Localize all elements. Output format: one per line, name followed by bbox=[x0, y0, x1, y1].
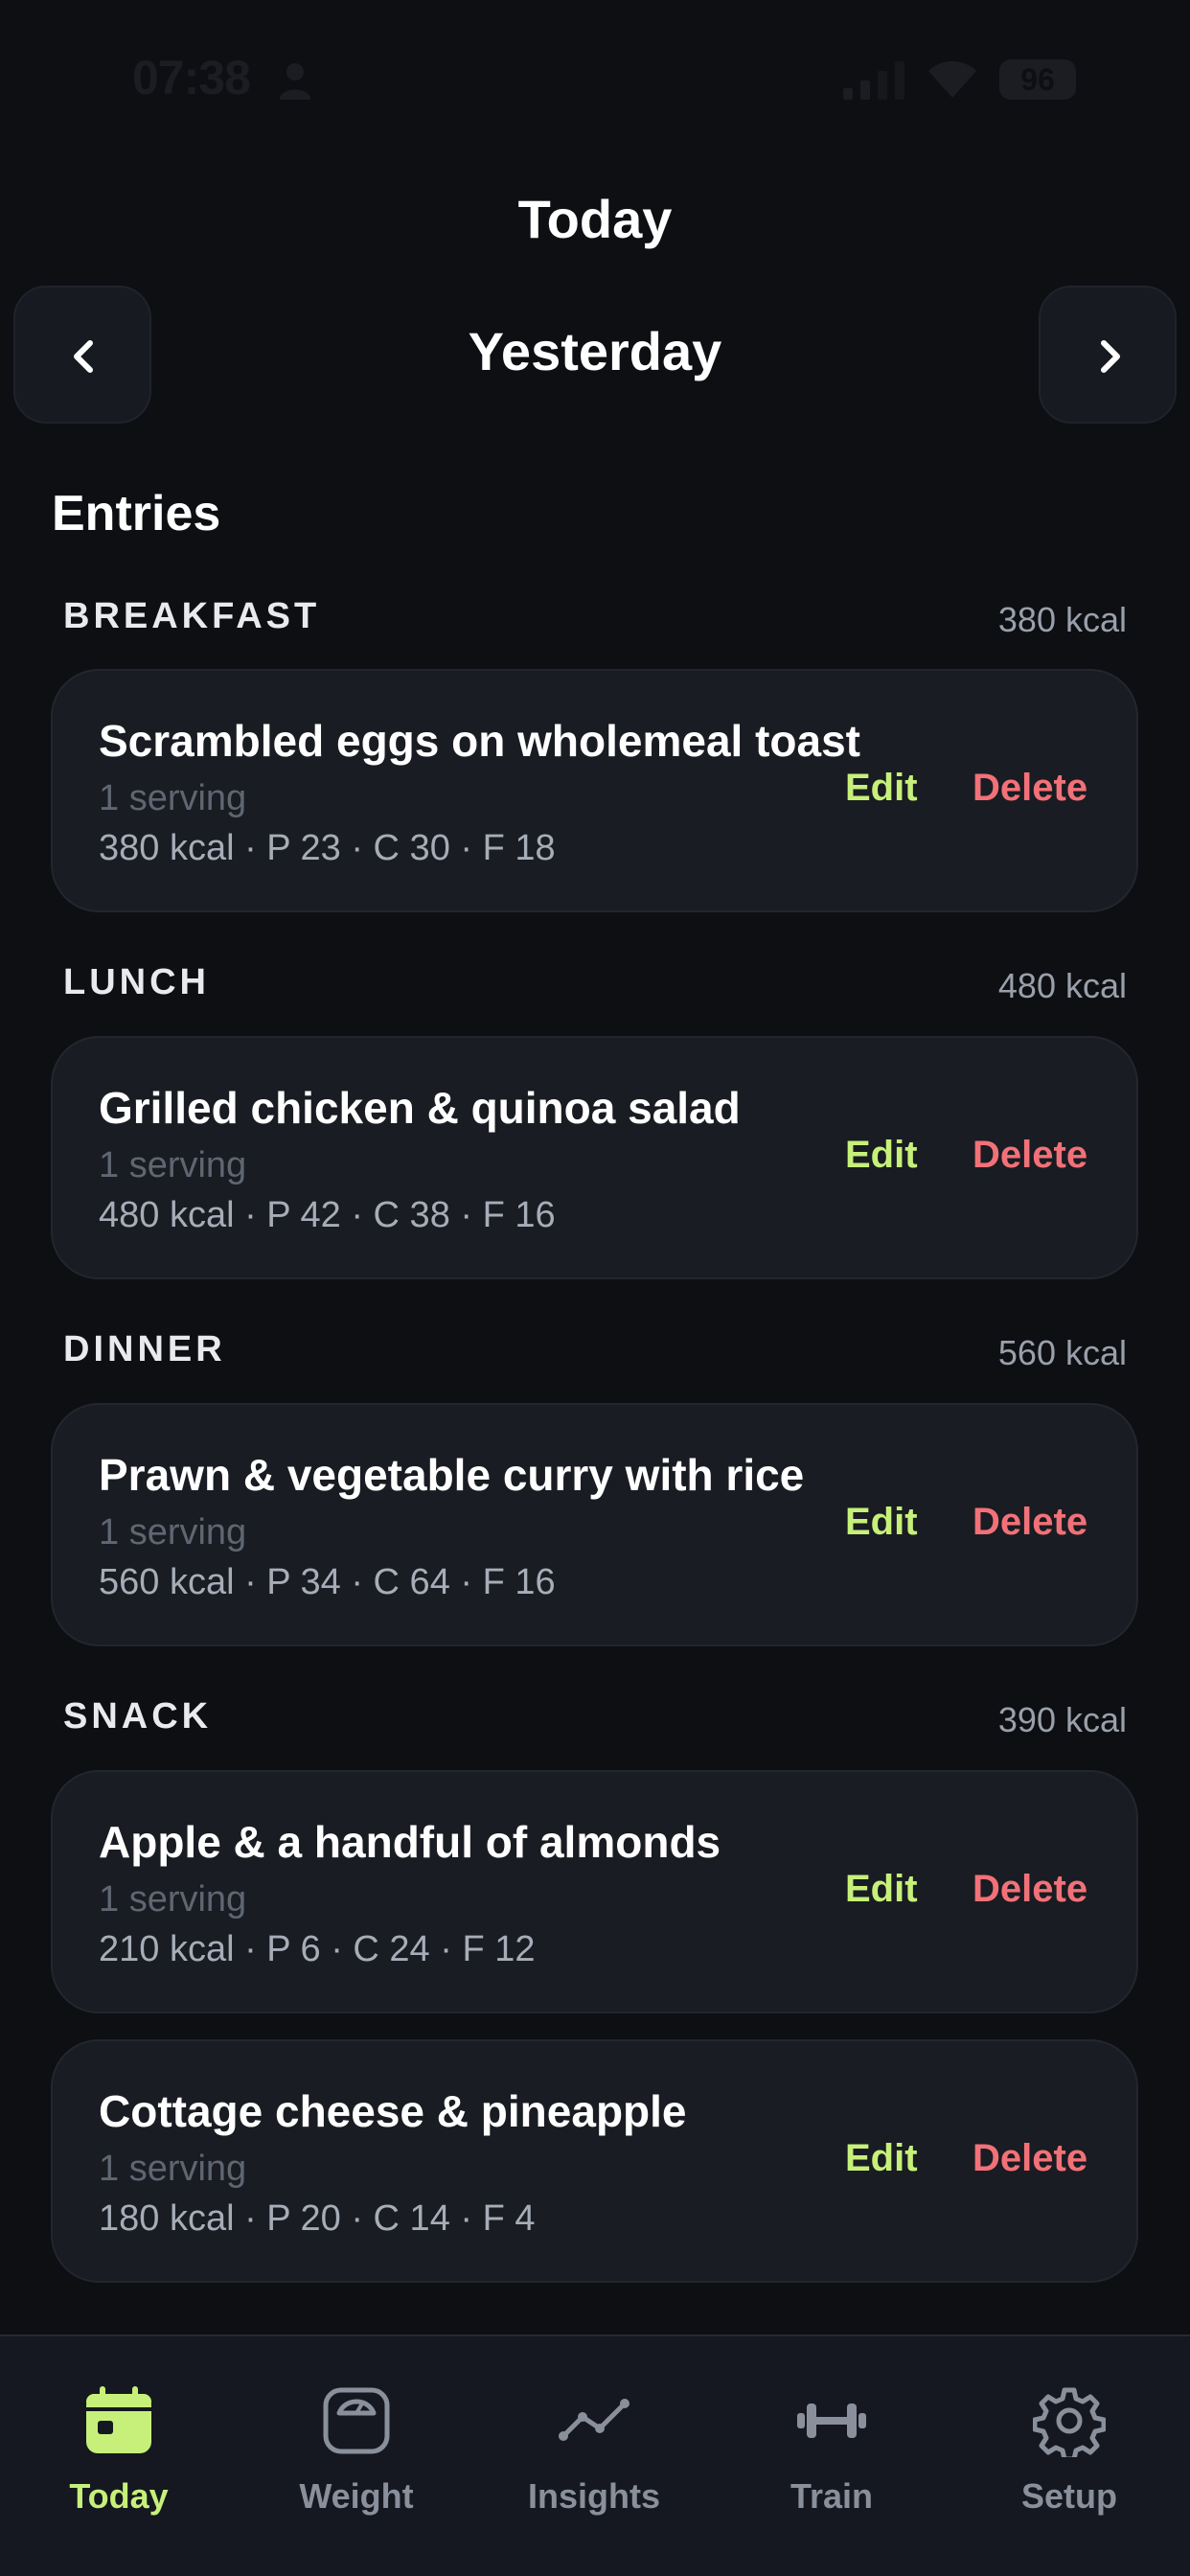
status-bar: 07:38 96 bbox=[0, 0, 1190, 163]
meal-header-snack: SNACK 390 kcal bbox=[63, 1696, 1127, 1744]
edit-button[interactable]: Edit bbox=[845, 1868, 918, 1911]
next-day-button[interactable] bbox=[1039, 286, 1177, 424]
entry-name: Cottage cheese & pineapple bbox=[99, 2086, 687, 2136]
trend-line-icon bbox=[559, 2399, 629, 2441]
meal-header-lunch: LUNCH 480 kcal bbox=[63, 962, 1127, 1010]
signal-icon bbox=[843, 61, 904, 100]
delete-button[interactable]: Delete bbox=[973, 1134, 1087, 1177]
tab-label: Weight bbox=[299, 2476, 414, 2516]
meal-name: DINNER bbox=[63, 1329, 226, 1369]
gear-icon bbox=[1033, 2387, 1106, 2457]
entry-name: Apple & a handful of almonds bbox=[99, 1817, 721, 1867]
meal-kcal: 390 kcal bbox=[997, 1700, 1127, 1739]
delete-button[interactable]: Delete bbox=[973, 1868, 1087, 1911]
tab-setup[interactable]: Setup bbox=[950, 2336, 1188, 2528]
status-time: 07:38 bbox=[132, 51, 251, 104]
edit-button[interactable]: Edit bbox=[845, 1501, 918, 1544]
meal-kcal: 480 kcal bbox=[997, 966, 1127, 1005]
entry-serving: 1 serving bbox=[99, 778, 247, 818]
entry-serving: 1 serving bbox=[99, 1879, 247, 1920]
dumbbell-icon bbox=[797, 2404, 866, 2438]
tab-label: Setup bbox=[1020, 2476, 1117, 2516]
delete-button[interactable]: Delete bbox=[973, 2137, 1087, 2180]
selected-day-label: Yesterday bbox=[468, 321, 722, 381]
entry-name: Prawn & vegetable curry with rice bbox=[99, 1450, 805, 1500]
tab-label: Today bbox=[69, 2476, 169, 2516]
meal-header-dinner: DINNER 560 kcal bbox=[63, 1329, 1127, 1377]
entry-macros: 380 kcal · P 23 · C 30 · F 18 bbox=[99, 828, 556, 868]
delete-button[interactable]: Delete bbox=[973, 767, 1087, 810]
tab-label: Insights bbox=[527, 2476, 660, 2516]
today-screen: 07:38 96 Today Yesterday Entries BREAKFA… bbox=[0, 0, 1190, 2576]
entry-card[interactable]: Apple & a handful of almonds 1 serving 2… bbox=[51, 1770, 1138, 2013]
tab-train[interactable]: Train bbox=[713, 2336, 950, 2528]
entry-macros: 180 kcal · P 20 · C 14 · F 4 bbox=[99, 2198, 536, 2239]
entry-serving: 1 serving bbox=[99, 1512, 247, 1552]
tab-today[interactable]: Today bbox=[0, 2336, 238, 2528]
meal-name: BREAKFAST bbox=[63, 596, 321, 636]
meal-name: LUNCH bbox=[63, 962, 210, 1002]
person-icon bbox=[280, 63, 310, 100]
calendar-icon bbox=[86, 2386, 151, 2453]
bottom-tab-bar: Today Weight Insights Train Setup bbox=[0, 2334, 1190, 2576]
page-title: Today bbox=[517, 189, 673, 249]
entry-name: Grilled chicken & quinoa salad bbox=[99, 1083, 741, 1133]
entry-macros: 210 kcal · P 6 · C 24 · F 12 bbox=[99, 1929, 536, 1969]
wifi-icon bbox=[928, 60, 976, 98]
entry-card[interactable]: Scrambled eggs on wholemeal toast 1 serv… bbox=[51, 669, 1138, 912]
edit-button[interactable]: Edit bbox=[845, 2137, 918, 2180]
battery-indicator: 96 bbox=[999, 59, 1076, 100]
edit-button[interactable]: Edit bbox=[845, 1134, 918, 1177]
tab-weight[interactable]: Weight bbox=[238, 2336, 475, 2528]
meal-kcal: 560 kcal bbox=[997, 1333, 1127, 1372]
entry-serving: 1 serving bbox=[99, 1145, 247, 1185]
meal-name: SNACK bbox=[63, 1696, 213, 1736]
entries-section-title: Entries bbox=[52, 486, 221, 541]
entry-card[interactable]: Grilled chicken & quinoa salad 1 serving… bbox=[51, 1036, 1138, 1279]
delete-button[interactable]: Delete bbox=[973, 1501, 1087, 1544]
entry-macros: 560 kcal · P 34 · C 64 · F 16 bbox=[99, 1562, 556, 1602]
tab-insights[interactable]: Insights bbox=[475, 2336, 713, 2528]
entry-macros: 480 kcal · P 42 · C 38 · F 16 bbox=[99, 1195, 556, 1235]
entry-card[interactable]: Cottage cheese & pineapple 1 serving 180… bbox=[51, 2039, 1138, 2283]
entry-card[interactable]: Prawn & vegetable curry with rice 1 serv… bbox=[51, 1403, 1138, 1646]
entry-serving: 1 serving bbox=[99, 2149, 247, 2189]
scale-icon bbox=[323, 2387, 390, 2454]
chevron-right-icon bbox=[1101, 340, 1120, 373]
edit-button[interactable]: Edit bbox=[845, 767, 918, 810]
meal-header-breakfast: BREAKFAST 380 kcal bbox=[63, 596, 1127, 644]
entry-name: Scrambled eggs on wholemeal toast bbox=[99, 716, 860, 766]
meal-kcal: 380 kcal bbox=[997, 600, 1127, 639]
tab-label: Train bbox=[790, 2476, 874, 2516]
